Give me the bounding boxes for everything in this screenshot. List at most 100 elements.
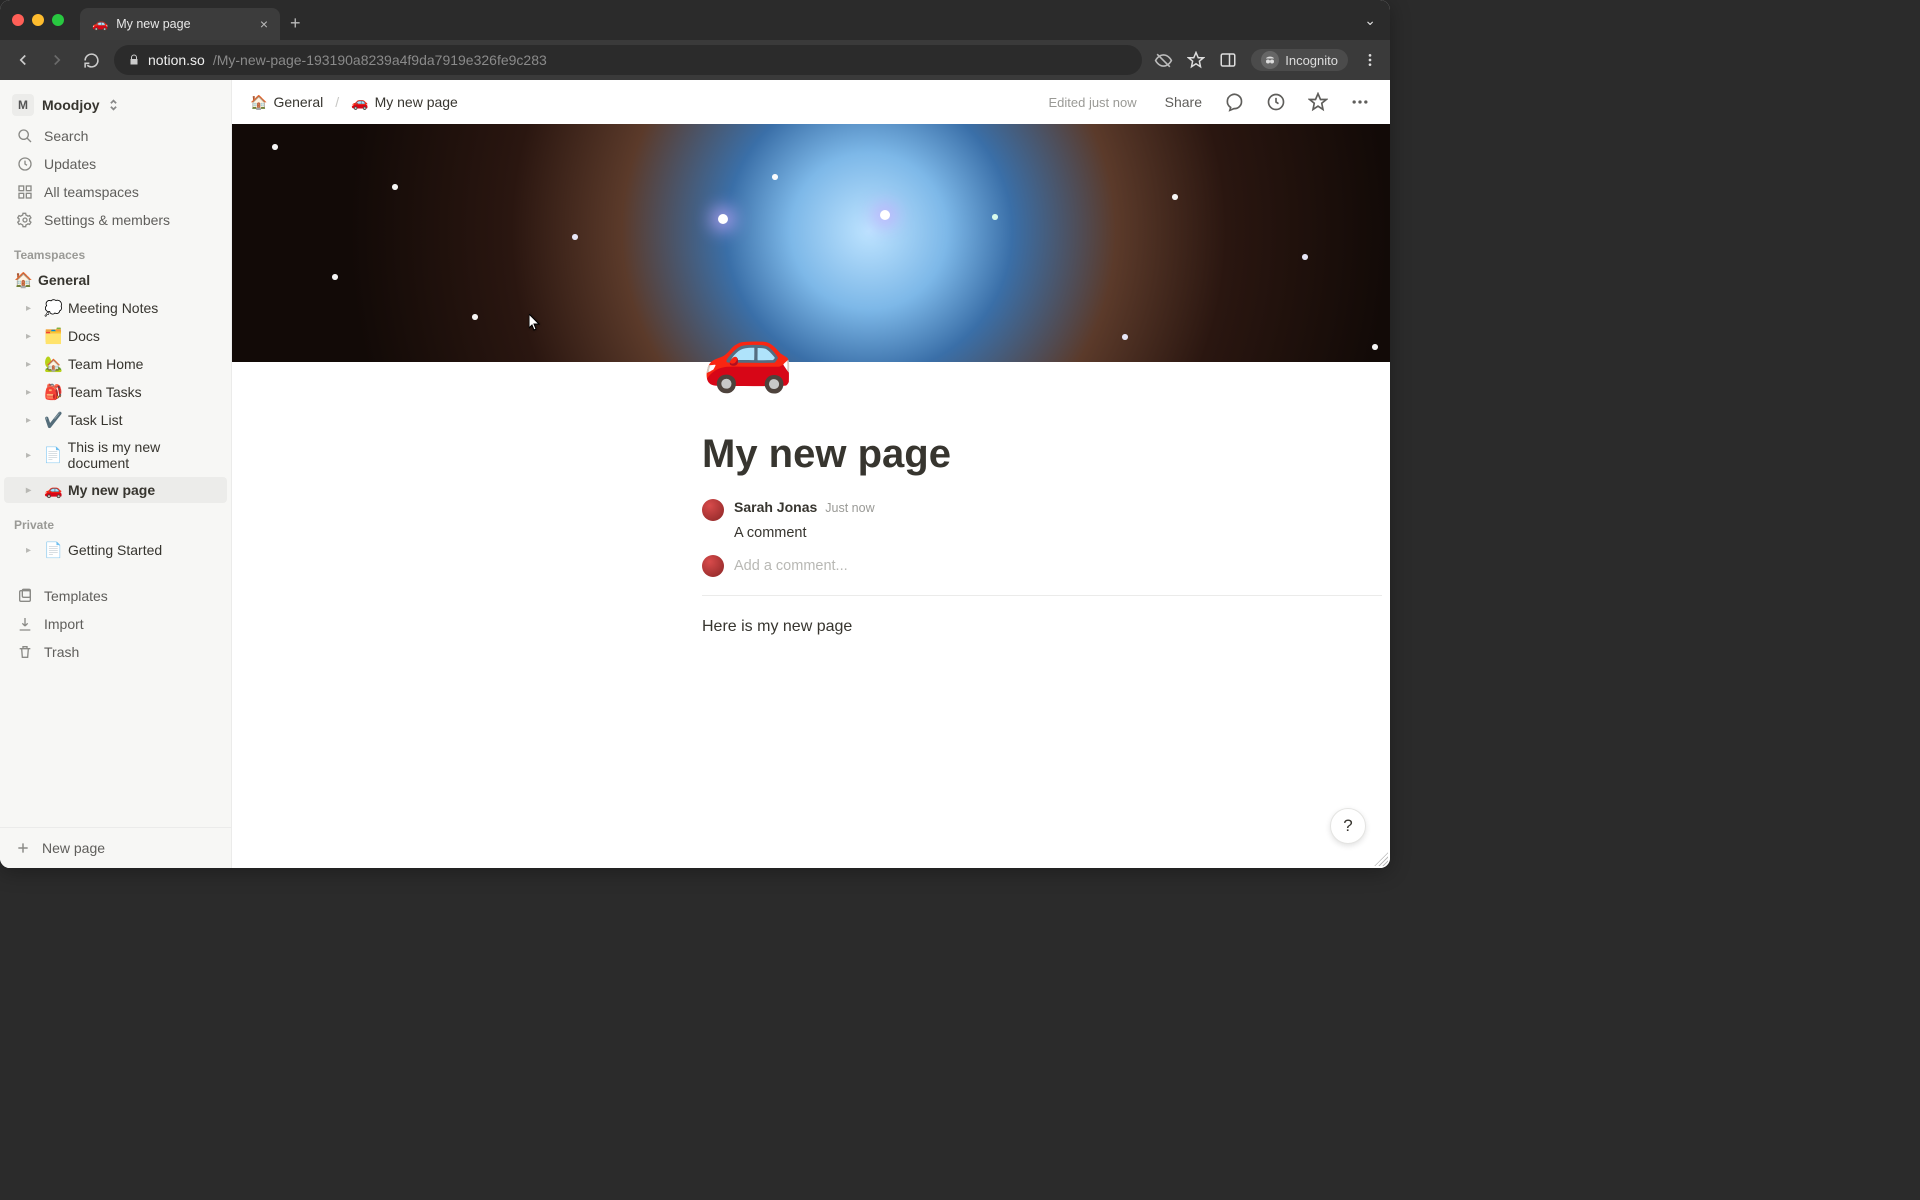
- plus-icon: [14, 840, 32, 856]
- notion-app: M Moodjoy Search Updates All teamspaces: [0, 80, 1390, 868]
- sidebar-import[interactable]: Import: [4, 611, 227, 637]
- incognito-badge[interactable]: Incognito: [1251, 49, 1348, 71]
- sidebar-item-label: Updates: [44, 156, 96, 172]
- tab-title: My new page: [116, 17, 190, 31]
- close-window-button[interactable]: [12, 14, 24, 26]
- tree-item-label: Getting Started: [68, 542, 162, 558]
- add-comment-row: [702, 555, 1382, 577]
- sidebar-section-teamspaces: Teamspaces: [0, 234, 231, 266]
- sidebar-templates[interactable]: Templates: [4, 583, 227, 609]
- page-emoji-icon: 💭: [44, 299, 62, 317]
- forward-button[interactable]: [46, 51, 68, 69]
- page-meeting-notes[interactable]: ▸ 💭 Meeting Notes: [4, 295, 227, 321]
- sidebar-item-label: Search: [44, 128, 88, 144]
- bookmark-button[interactable]: [1187, 51, 1205, 69]
- browser-menu-button[interactable]: [1362, 52, 1378, 68]
- star-icon: [880, 210, 890, 220]
- new-page-button[interactable]: New page: [0, 828, 231, 868]
- clock-icon: [16, 156, 34, 172]
- sidebar-all-teamspaces[interactable]: All teamspaces: [4, 179, 227, 205]
- tree-item-label: Team Tasks: [68, 384, 142, 400]
- page-task-list[interactable]: ▸ ✔️ Task List: [4, 407, 227, 433]
- comments-section: Sarah Jonas Just now A comment: [702, 499, 1382, 596]
- window-controls: [12, 14, 64, 26]
- page-new-document[interactable]: ▸ 📄 This is my new document: [4, 435, 227, 475]
- chevron-right-icon: ▸: [26, 359, 38, 370]
- minimize-window-button[interactable]: [32, 14, 44, 26]
- close-tab-button[interactable]: ×: [260, 16, 268, 32]
- avatar: [702, 555, 724, 577]
- workspace-name: Moodjoy: [42, 97, 100, 113]
- page-team-home[interactable]: ▸ 🏡 Team Home: [4, 351, 227, 377]
- side-panel-button[interactable]: [1219, 51, 1237, 69]
- workspace-switcher[interactable]: M Moodjoy: [0, 88, 231, 122]
- house-icon: 🏠: [250, 94, 267, 111]
- chevron-right-icon: ▸: [26, 545, 38, 556]
- tabs-overflow-button[interactable]: ⌄: [1364, 12, 1376, 29]
- sidebar-item-label: Settings & members: [44, 212, 170, 228]
- tree-item-label: My new page: [68, 482, 155, 498]
- new-tab-button[interactable]: +: [290, 13, 301, 34]
- page-emoji-icon: 🗂️: [44, 327, 62, 345]
- page-getting-started[interactable]: ▸ 📄 Getting Started: [4, 537, 227, 563]
- teamspace-general[interactable]: 🏠 General: [4, 267, 227, 293]
- page-emoji-icon: 🎒: [44, 383, 62, 401]
- breadcrumb: 🏠 General / 🚗 My new page: [246, 92, 462, 113]
- page-cover[interactable]: [232, 124, 1390, 362]
- page-icon-large[interactable]: 🚗: [702, 316, 794, 390]
- chevron-right-icon: ▸: [26, 450, 38, 461]
- browser-tabbar: 🚗 My new page × + ⌄: [0, 0, 1390, 40]
- breadcrumb-current[interactable]: 🚗 My new page: [347, 92, 462, 113]
- page-emoji-icon: 🏡: [44, 355, 62, 373]
- help-button[interactable]: ?: [1330, 808, 1366, 844]
- page-team-tasks[interactable]: ▸ 🎒 Team Tasks: [4, 379, 227, 405]
- browser-tab[interactable]: 🚗 My new page ×: [80, 8, 280, 40]
- page-icon: 📄: [44, 446, 62, 464]
- house-icon: 🏠: [14, 271, 32, 289]
- comments-button[interactable]: [1218, 88, 1250, 116]
- main-content: 🏠 General / 🚗 My new page Edited just no…: [232, 80, 1390, 868]
- tree-item-label: Meeting Notes: [68, 300, 158, 316]
- sidebar-section-private: Private: [0, 504, 231, 536]
- updates-button[interactable]: [1260, 88, 1292, 116]
- page-topbar: 🏠 General / 🚗 My new page Edited just no…: [232, 80, 1390, 124]
- sidebar-item-label: Trash: [44, 644, 79, 660]
- back-button[interactable]: [12, 51, 34, 69]
- sidebar-updates[interactable]: Updates: [4, 151, 227, 177]
- tree-item-label: Team Home: [68, 356, 143, 372]
- sidebar-item-label: All teamspaces: [44, 184, 139, 200]
- page-my-new-page[interactable]: ▸ 🚗 My new page: [4, 477, 227, 503]
- page-icon: 📄: [44, 541, 62, 559]
- tree-item-label: Task List: [68, 412, 122, 428]
- address-bar[interactable]: notion.so/My-new-page-193190a8239a4f9da7…: [114, 45, 1142, 75]
- page-menu-button[interactable]: [1344, 88, 1376, 116]
- tree-item-label: This is my new document: [68, 439, 221, 471]
- chevron-right-icon: ▸: [26, 485, 38, 496]
- edited-status: Edited just now: [1048, 95, 1136, 110]
- favorite-button[interactable]: [1302, 88, 1334, 116]
- chevron-right-icon: ▸: [26, 331, 38, 342]
- sidebar-item-label: Import: [44, 616, 84, 632]
- tab-favicon: 🚗: [92, 16, 108, 32]
- comment-text: A comment: [734, 525, 1382, 541]
- page-docs[interactable]: ▸ 🗂️ Docs: [4, 323, 227, 349]
- sidebar-search[interactable]: Search: [4, 123, 227, 149]
- incognito-icon: [1261, 51, 1279, 69]
- tracking-icon[interactable]: [1154, 51, 1173, 70]
- resize-grip-icon[interactable]: [1374, 852, 1388, 866]
- workspace-avatar: M: [12, 94, 34, 116]
- page-title[interactable]: My new page: [702, 432, 1382, 477]
- chevron-right-icon: ▸: [26, 303, 38, 314]
- breadcrumb-separator: /: [335, 94, 339, 110]
- add-comment-input[interactable]: [734, 558, 1382, 574]
- sidebar-settings[interactable]: Settings & members: [4, 207, 227, 233]
- gear-icon: [16, 212, 34, 228]
- share-button[interactable]: Share: [1159, 90, 1208, 114]
- templates-icon: [16, 588, 34, 604]
- reload-button[interactable]: [80, 52, 102, 69]
- maximize-window-button[interactable]: [52, 14, 64, 26]
- breadcrumb-general[interactable]: 🏠 General: [246, 92, 327, 113]
- page-content-text[interactable]: Here is my new page: [702, 618, 1382, 636]
- trash-icon: [16, 644, 34, 660]
- sidebar-trash[interactable]: Trash: [4, 639, 227, 665]
